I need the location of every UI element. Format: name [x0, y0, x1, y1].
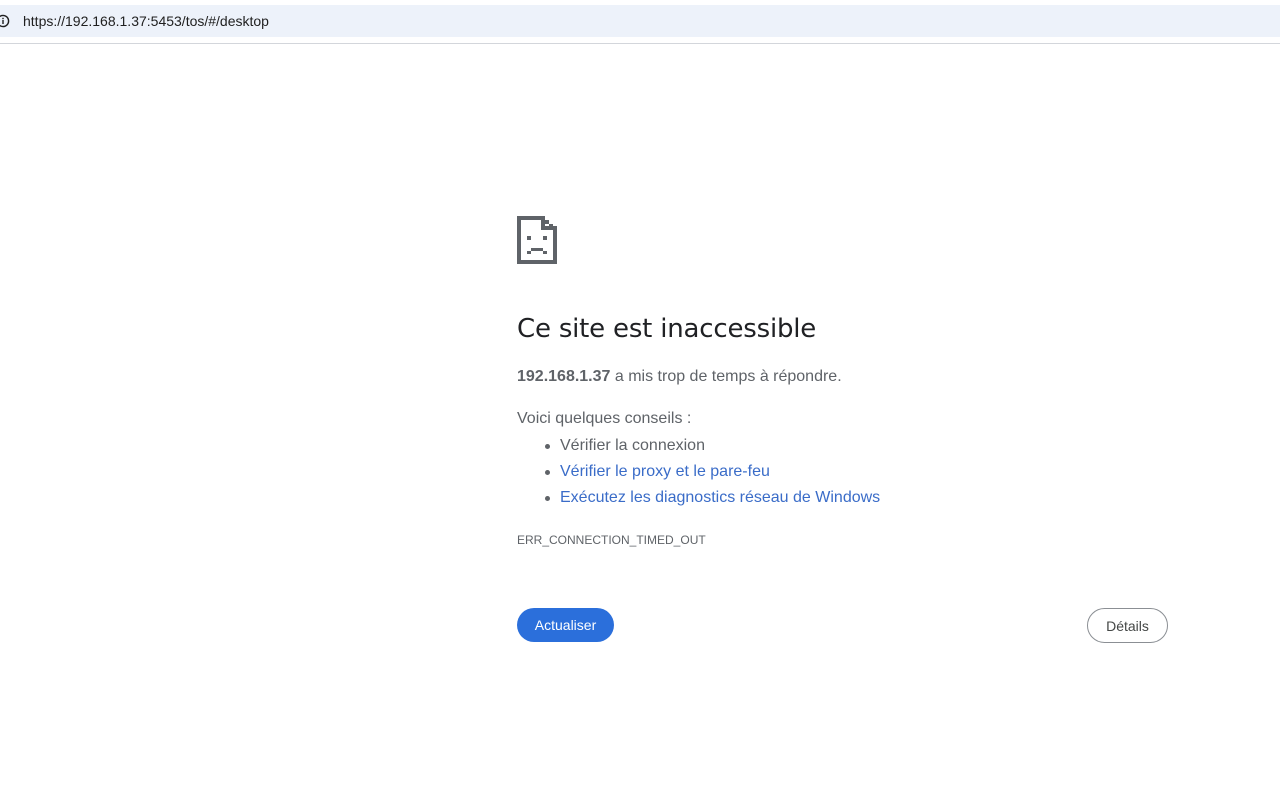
suggestion-check-connection: Vérifier la connexion — [517, 434, 880, 460]
suggestion-link-proxy[interactable]: Vérifier le proxy et le pare-feu — [560, 463, 770, 480]
error-code: ERR_CONNECTION_TIMED_OUT — [517, 533, 706, 547]
info-icon[interactable] — [0, 14, 10, 28]
suggestion-run-diagnostics[interactable]: Exécutez les diagnostics réseau de Windo… — [517, 486, 880, 512]
suggestions-heading: Voici quelques conseils : — [517, 410, 692, 427]
reload-button[interactable]: Actualiser — [517, 608, 614, 642]
suggestion-check-proxy[interactable]: Vérifier le proxy et le pare-feu — [517, 460, 880, 486]
toolbar-divider — [0, 43, 1280, 44]
error-host: 192.168.1.37 — [517, 368, 611, 385]
error-summary: 192.168.1.37 a mis trop de temps à répon… — [517, 368, 842, 386]
error-summary-text: a mis trop de temps à répondre. — [610, 368, 842, 385]
sad-page-icon — [517, 216, 557, 264]
address-bar[interactable]: https://192.168.1.37:5453/tos/#/desktop — [0, 5, 1280, 37]
suggestion-label: Vérifier la connexion — [560, 437, 705, 454]
page-title: Ce site est inaccessible — [517, 314, 817, 344]
suggestion-link-diagnostics[interactable]: Exécutez les diagnostics réseau de Windo… — [560, 489, 880, 506]
details-button[interactable]: Détails — [1087, 608, 1168, 643]
url-text[interactable]: https://192.168.1.37:5453/tos/#/desktop — [23, 13, 269, 29]
suggestions-list: Vérifier la connexion Vérifier le proxy … — [517, 434, 880, 512]
